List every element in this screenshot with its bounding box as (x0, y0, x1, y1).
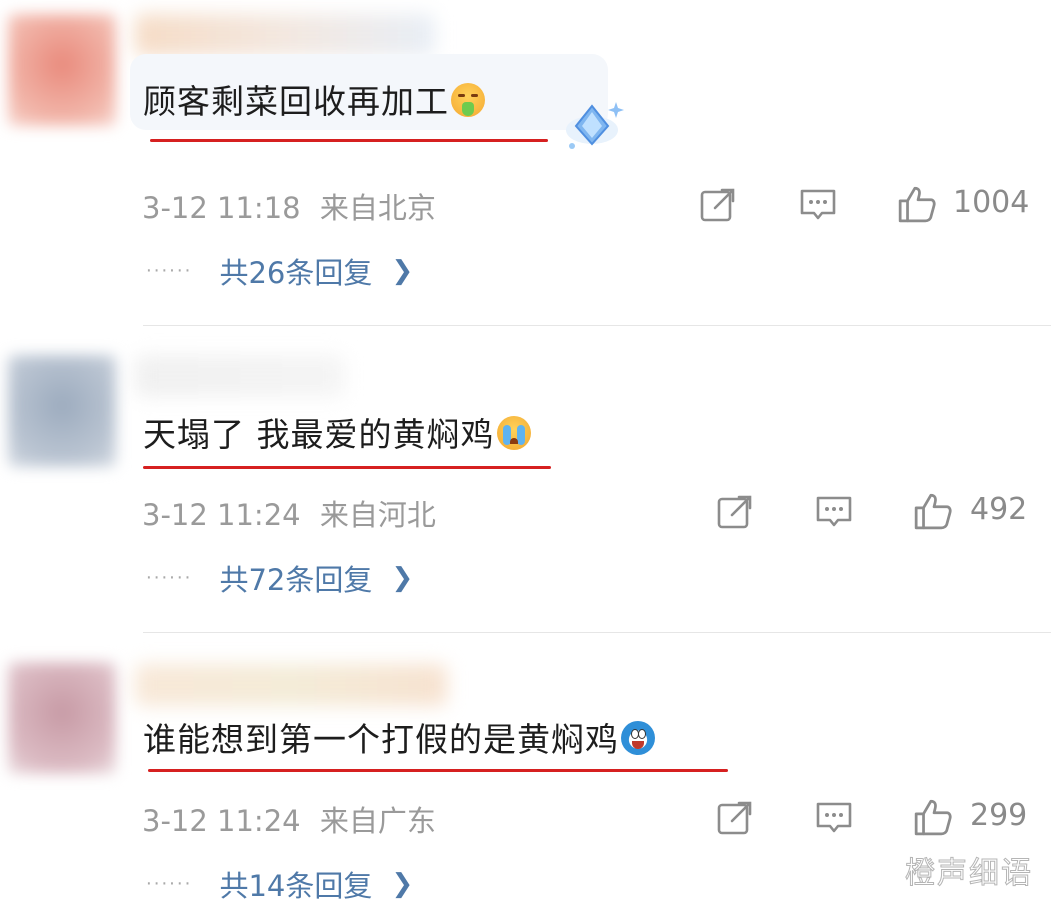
red-underline (150, 139, 548, 142)
avatar[interactable] (8, 14, 116, 126)
like-count: 299 (970, 798, 1028, 833)
comment-text: 谁能想到第一个打假的是黄焖鸡 (143, 720, 655, 760)
avatar[interactable] (8, 662, 116, 774)
comment-item: 天塌了 我最爱的黄焖鸡 3-12 11:24 来自河北 492 ······ 共… (0, 325, 1051, 630)
like-count: 1004 (953, 185, 1030, 220)
comment-time: 3-12 11:18 (142, 191, 301, 225)
view-replies-link[interactable]: ······ 共14条回复 ❯ (146, 863, 413, 905)
avatar[interactable] (8, 355, 116, 467)
thumbs-up-icon[interactable] (913, 797, 953, 837)
comment-time: 3-12 11:24 (142, 804, 301, 838)
comment-location: 来自北京 (319, 191, 436, 225)
comment-text: 天塌了 我最爱的黄焖鸡 (143, 415, 531, 455)
reply-count-text: 共14条回复 (219, 869, 373, 903)
username[interactable] (135, 14, 435, 56)
comment-text-content: 天塌了 我最爱的黄焖鸡 (143, 415, 495, 454)
doraemon-emoji-icon (621, 721, 655, 755)
dots: ······ (146, 873, 193, 895)
comment-text-content: 谁能想到第一个打假的是黄焖鸡 (143, 720, 619, 759)
dots: ······ (146, 260, 193, 282)
comment-location: 来自广东 (319, 804, 436, 838)
username[interactable] (135, 355, 345, 397)
reply-count-text: 共72条回复 (219, 563, 373, 597)
comment-time: 3-12 11:24 (142, 498, 301, 532)
comment-icon[interactable] (799, 186, 837, 224)
red-underline (148, 769, 728, 772)
chevron-right-icon: ❯ (391, 869, 414, 899)
comment-meta: 3-12 11:24 来自广东 (142, 798, 436, 840)
share-icon[interactable] (716, 493, 754, 531)
crying-face-emoji-icon (496, 416, 531, 450)
comment-item: 顾客剩菜回收再加工 3-12 11:18 来自北京 1004 ······ 共2… (0, 0, 1051, 325)
comment-meta: 3-12 11:24 来自河北 (142, 492, 436, 534)
comment-text-content: 顾客剩菜回收再加工 (143, 82, 449, 121)
thumbs-up-icon[interactable] (913, 491, 953, 531)
comment-meta: 3-12 11:18 来自北京 (142, 185, 436, 227)
view-replies-link[interactable]: ······ 共26条回复 ❯ (146, 250, 413, 292)
share-icon[interactable] (716, 799, 754, 837)
username[interactable] (135, 664, 447, 706)
red-underline (143, 466, 551, 469)
comment-location: 来自河北 (319, 498, 436, 532)
like-count: 492 (970, 492, 1028, 527)
dots: ······ (146, 567, 193, 589)
watermark: 橙声细语 (905, 856, 1033, 892)
chevron-right-icon: ❯ (391, 563, 414, 593)
share-icon[interactable] (699, 186, 737, 224)
comment-text: 顾客剩菜回收再加工 (143, 82, 485, 122)
view-replies-link[interactable]: ······ 共72条回复 ❯ (146, 557, 413, 599)
comment-icon[interactable] (815, 799, 853, 837)
comment-item: 谁能想到第一个打假的是黄焖鸡 3-12 11:24 来自广东 299 ·····… (0, 632, 1051, 910)
thumbs-up-icon[interactable] (897, 184, 937, 224)
diamond-badge-icon (566, 102, 624, 149)
comment-icon[interactable] (815, 493, 853, 531)
chevron-right-icon: ❯ (391, 256, 414, 286)
vomiting-face-emoji-icon (451, 83, 485, 117)
reply-count-text: 共26条回复 (219, 256, 373, 290)
